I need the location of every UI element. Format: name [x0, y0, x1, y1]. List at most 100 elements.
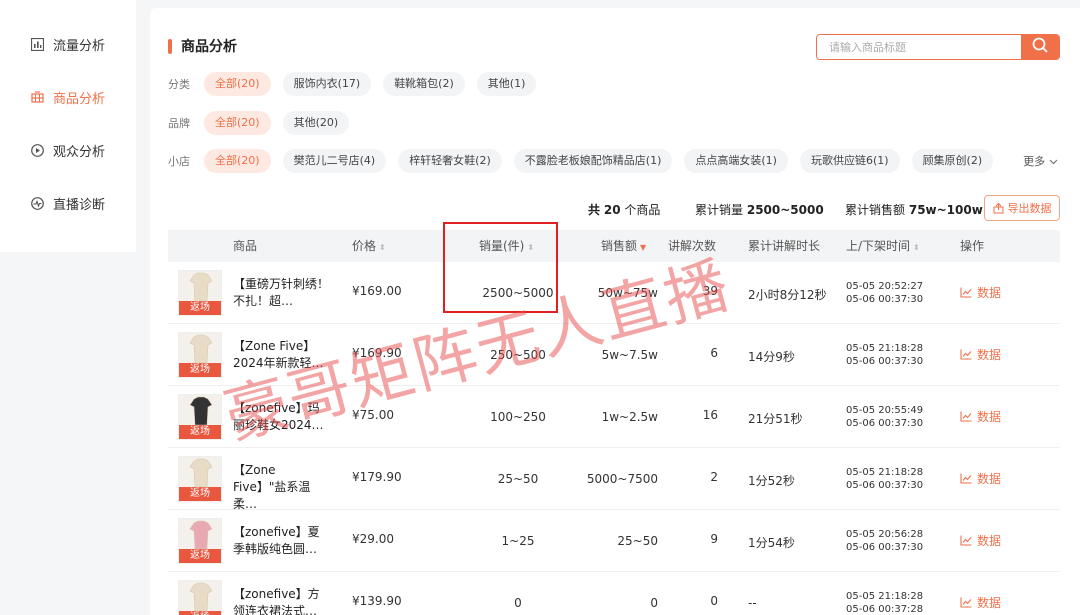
row-data-button[interactable]: 数据: [960, 346, 1001, 363]
th-price[interactable]: 价格 ⬍: [352, 230, 386, 262]
product-name[interactable]: 【重磅万针刺绣！不扎！超…: [233, 276, 331, 310]
product-icon: [30, 91, 44, 105]
clothing-image: [189, 458, 213, 488]
product-thumbnail[interactable]: 返场: [178, 456, 222, 502]
chip-shop[interactable]: 点点高端女装(1): [684, 149, 788, 173]
product-price: ¥169.00: [352, 284, 402, 298]
sort-icon: ⬍: [913, 243, 920, 252]
down-time: 05-06 00:37:30: [846, 418, 924, 429]
revenue-value: 75w~100w: [908, 203, 983, 217]
search-button[interactable]: [1021, 35, 1059, 59]
count-suffix: 个商品: [624, 203, 661, 217]
explain-duration: --: [748, 596, 757, 610]
shelf-times: 05-05 20:56:28 05-06 00:37:30: [846, 528, 923, 554]
chip-brand-other[interactable]: 其他(20): [282, 111, 350, 135]
table-header: 商品 价格 ⬍ 销量(件) ⬍ 销售额 ▼ 讲解次数 累计讲解时长 上/下架时间 ⬍ 操…: [168, 230, 1060, 262]
replay-badge: 返场: [179, 425, 221, 439]
product-name[interactable]: 【zonefive】玛丽珍鞋女2024…: [233, 400, 331, 434]
export-label: 导出数据: [1007, 202, 1052, 215]
product-thumbnail[interactable]: 返场: [178, 270, 222, 316]
th-explain-duration: 累计讲解时长: [748, 239, 821, 253]
product-sales: 100~250: [490, 410, 546, 424]
sidebar: 流量分析 商品分析 观众分析 直播诊断: [0, 0, 136, 252]
chip-shop[interactable]: 樊范儿二号店(4): [282, 149, 387, 173]
chip-category-shoes-bags[interactable]: 鞋靴箱包(2): [383, 72, 465, 96]
down-time: 05-06 00:37:30: [846, 294, 924, 305]
product-name[interactable]: 【Zone Five】2024年新款轻…: [233, 338, 331, 372]
chip-shop[interactable]: 玩歌供应链6(1): [799, 149, 900, 173]
sales-highlight-box: [443, 222, 558, 313]
th-product: 商品: [233, 239, 258, 253]
row-data-button[interactable]: 数据: [960, 594, 1001, 611]
row-data-button[interactable]: 数据: [960, 532, 1001, 549]
chip-category-other[interactable]: 其他(1): [476, 72, 537, 96]
product-thumbnail[interactable]: 返场: [178, 332, 222, 378]
row-data-label: 数据: [977, 348, 1002, 362]
summary-sales: 累计销量 2500~5000: [695, 201, 824, 218]
th-revenue[interactable]: 销售额 ▼: [601, 230, 646, 262]
product-name[interactable]: 【zonefive】夏季韩版纯色圆…: [233, 524, 331, 558]
page-title: 商品分析: [181, 39, 237, 55]
replay-badge: 返场: [179, 487, 221, 501]
product-thumbnail[interactable]: 返场: [178, 580, 222, 615]
row-data-label: 数据: [977, 286, 1002, 300]
th-shelf-time[interactable]: 上/下架时间 ⬍: [846, 230, 920, 262]
chip-brand-all[interactable]: 全部(20): [204, 111, 271, 135]
product-revenue: 5w~7.5w: [601, 348, 658, 362]
explain-count: 39: [702, 284, 718, 298]
row-data-label: 数据: [977, 534, 1002, 548]
sort-icon: ⬍: [379, 243, 386, 252]
replay-badge: 返场: [179, 301, 221, 315]
explain-duration: 2小时8分12秒: [748, 288, 827, 302]
product-revenue: 1w~2.5w: [601, 410, 658, 424]
line-chart-icon: [960, 411, 972, 422]
explain-count: 9: [710, 532, 718, 546]
search-input[interactable]: [817, 35, 1021, 59]
th-price-label: 价格: [352, 239, 377, 253]
sidebar-item-diagnosis[interactable]: 直播诊断: [0, 177, 136, 230]
chip-shop[interactable]: 顾集原创(2): [911, 149, 994, 173]
chip-category-all[interactable]: 全部(20): [204, 72, 271, 96]
replay-badge: 返场: [179, 611, 221, 615]
replay-badge: 返场: [179, 549, 221, 563]
product-revenue: 25~50: [617, 534, 658, 548]
sidebar-item-products[interactable]: 商品分析: [0, 71, 136, 124]
product-name[interactable]: 【zonefive】方领连衣裙法式…: [233, 586, 331, 615]
shelf-times: 05-05 21:18:28 05-06 00:37:28: [846, 590, 923, 615]
up-time: 05-05 21:18:28: [846, 591, 924, 602]
chip-shop[interactable]: 梓轩轻奢女鞋(2): [398, 149, 502, 173]
clothing-image: [189, 334, 213, 364]
sidebar-item-audience[interactable]: 观众分析: [0, 124, 136, 177]
sidebar-item-traffic[interactable]: 流量分析: [0, 18, 136, 71]
product-thumbnail[interactable]: 返场: [178, 518, 222, 564]
table-row: 返场 【Zone Five】2024年新款轻… ¥169.90 250~500 5w~7…: [168, 324, 1060, 386]
row-data-button[interactable]: 数据: [960, 408, 1001, 425]
product-name[interactable]: 【Zone Five】"盐系温柔…: [233, 462, 331, 513]
product-thumbnail[interactable]: 返场: [178, 394, 222, 440]
down-time: 05-06 00:37:30: [846, 480, 924, 491]
explain-count: 6: [710, 346, 718, 360]
play-circle-icon: [30, 144, 44, 158]
sidebar-item-label: 商品分析: [53, 92, 106, 107]
chip-category-apparel[interactable]: 服饰内衣(17): [282, 72, 372, 96]
chip-shop-all[interactable]: 全部(20): [204, 149, 271, 173]
more-shops-button[interactable]: 更多: [1023, 153, 1058, 169]
sales-value: 2500~5000: [746, 203, 824, 217]
export-button[interactable]: 导出数据: [984, 195, 1060, 221]
more-label: 更多: [1023, 155, 1046, 168]
up-time: 05-05 21:18:28: [846, 467, 924, 478]
bar-chart-icon: [30, 38, 44, 52]
row-data-button[interactable]: 数据: [960, 470, 1001, 487]
clothing-image: [189, 520, 213, 550]
explain-duration: 1分52秒: [748, 474, 795, 488]
explain-duration: 14分9秒: [748, 350, 795, 364]
product-revenue: 50w~75w: [597, 286, 658, 300]
row-data-button[interactable]: 数据: [960, 284, 1001, 301]
line-chart-icon: [960, 473, 972, 484]
page-header: 商品分析: [168, 36, 237, 56]
shop-filter: 小店 全部(20) 樊范儿二号店(4) 梓轩轻奢女鞋(2) 不露脸老板娘配饰精品…: [168, 149, 1058, 173]
count-value: 20: [603, 203, 621, 217]
chip-shop[interactable]: 不露脸老板娘配饰精品店(1): [513, 149, 673, 173]
th-shelf-time-label: 上/下架时间: [846, 239, 911, 253]
shelf-times: 05-05 20:52:27 05-06 00:37:30: [846, 280, 923, 306]
